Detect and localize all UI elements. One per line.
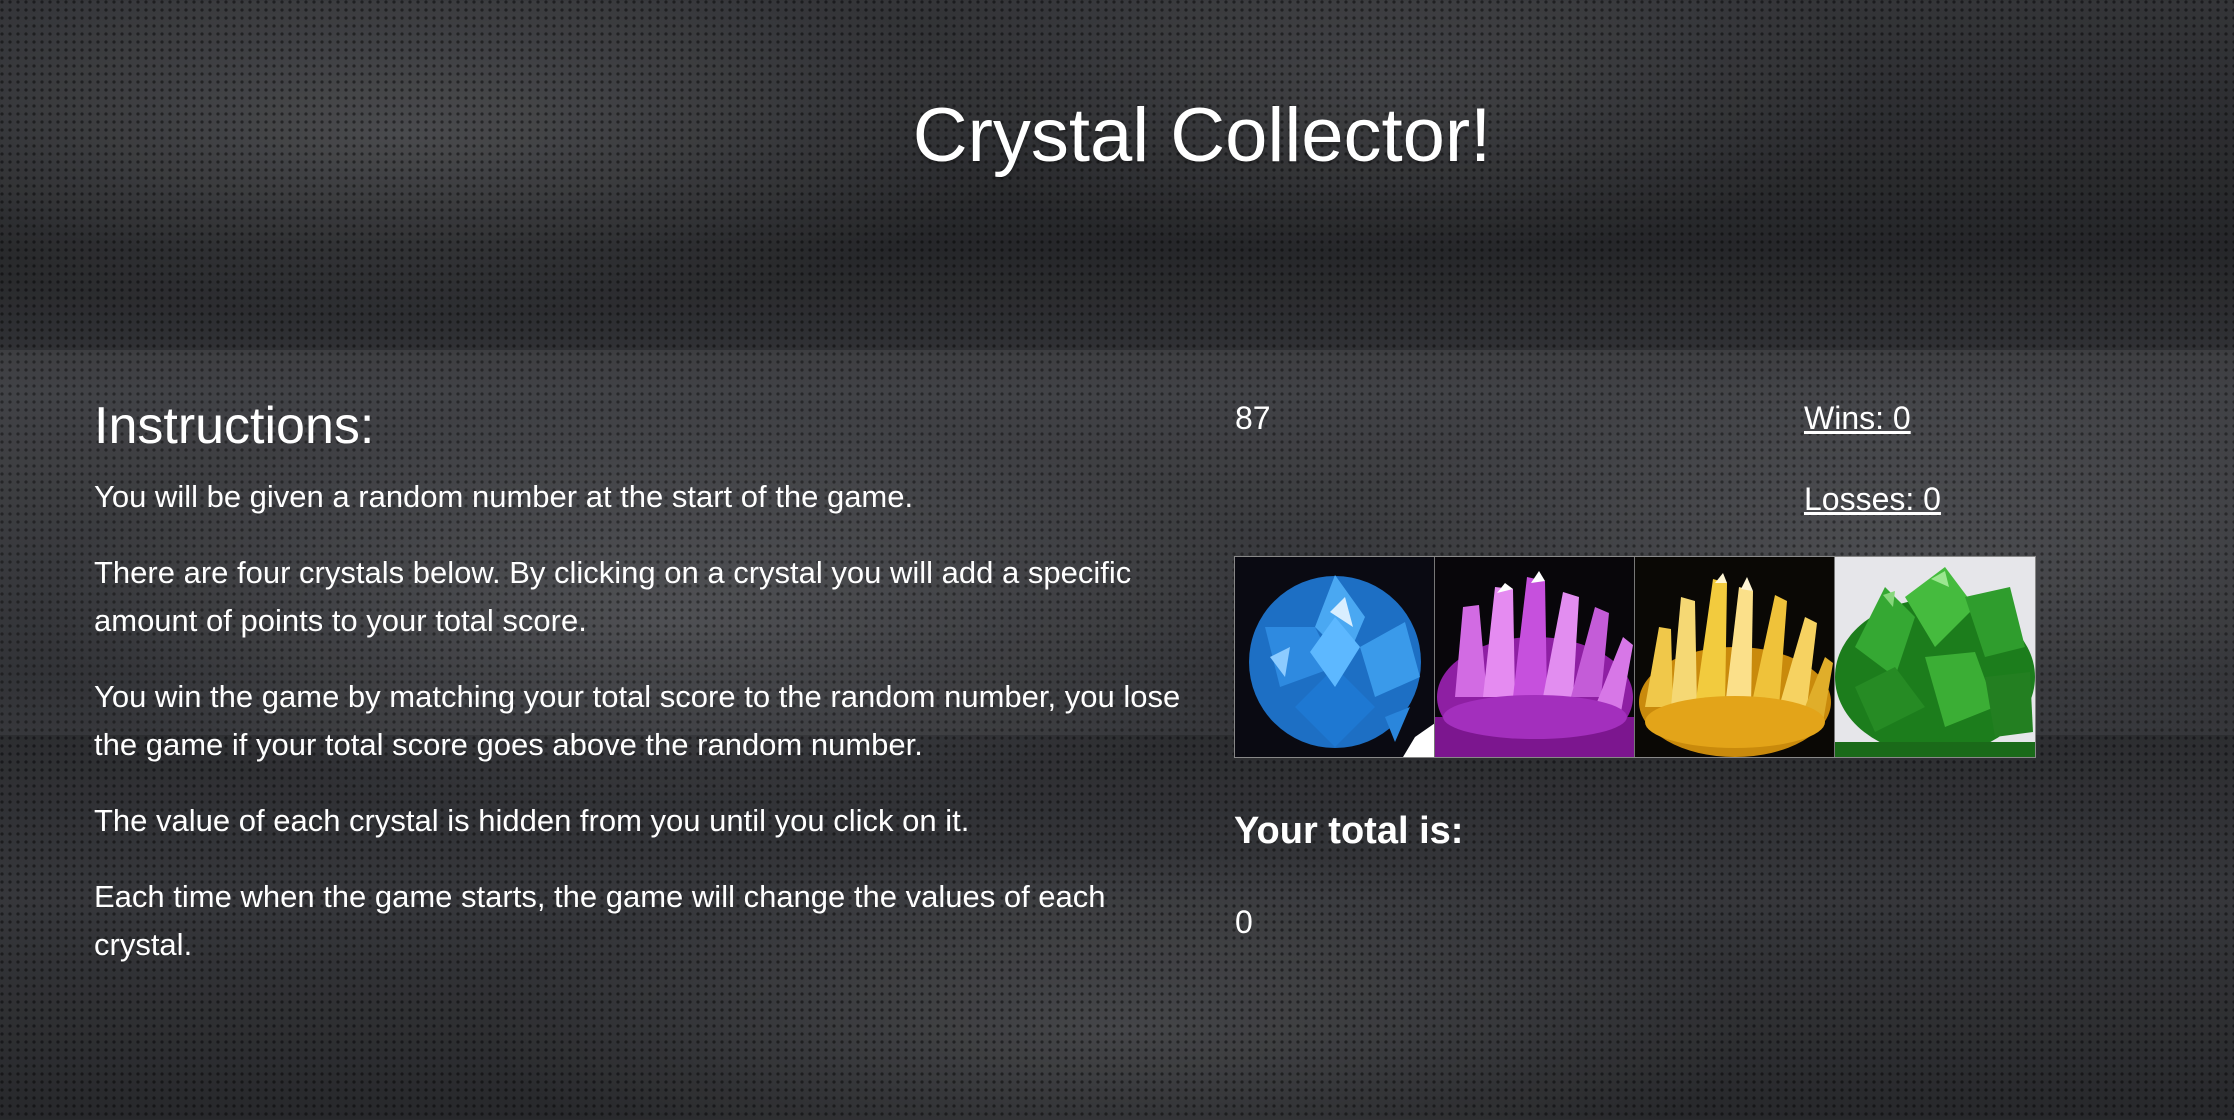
random-target-number: 87 xyxy=(1235,400,1271,436)
purple-crystal-button[interactable] xyxy=(1435,557,1635,757)
instruction-paragraph: There are four crystals below. By clicki… xyxy=(94,555,1132,639)
instruction-paragraph: Each time when the game starts, the game… xyxy=(94,879,1106,963)
blue-crystal-icon xyxy=(1235,557,1434,757)
total-score-label: Your total is: xyxy=(1234,810,1464,852)
yellow-crystal-button[interactable] xyxy=(1635,557,1835,757)
yellow-crystal-icon xyxy=(1635,557,1834,757)
crystal-row xyxy=(1234,556,2036,758)
page-title: Crystal Collector! xyxy=(912,93,1492,178)
instruction-paragraph: The value of each crystal is hidden from… xyxy=(94,803,970,839)
instructions-panel: Instructions: You will be given a random… xyxy=(94,397,1194,997)
purple-crystal-icon xyxy=(1435,557,1634,757)
blue-crystal-button[interactable] xyxy=(1235,557,1435,757)
instruction-paragraph: You will be given a random number at the… xyxy=(94,479,914,515)
green-crystal-button[interactable] xyxy=(1835,557,2035,757)
losses-counter[interactable]: Losses: 0 xyxy=(1804,481,1941,518)
green-crystal-icon xyxy=(1835,557,2035,757)
total-score-value: 0 xyxy=(1235,904,1253,940)
wins-counter[interactable]: Wins: 0 xyxy=(1804,400,1911,437)
instructions-heading: Instructions: xyxy=(94,397,375,455)
instruction-paragraph: You win the game by matching your total … xyxy=(94,679,1181,763)
